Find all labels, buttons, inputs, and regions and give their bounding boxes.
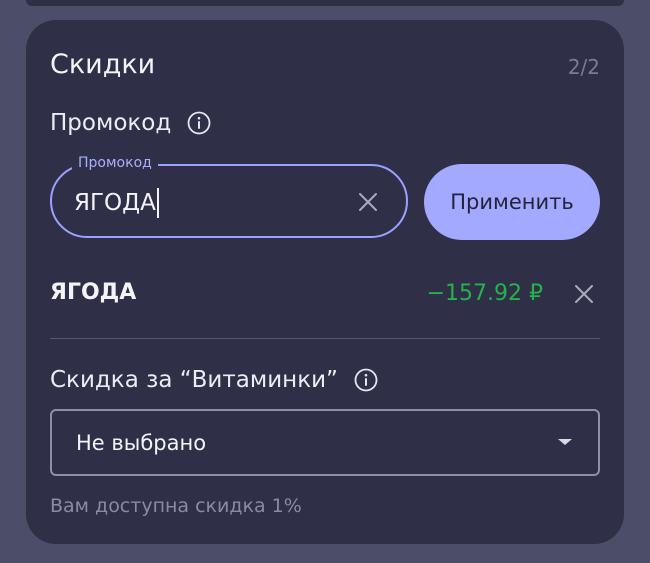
- promo-code-value: ЯГОДА: [74, 190, 156, 216]
- promo-code-floating-label: Промокод: [72, 154, 158, 172]
- available-discount-hint: Вам доступна скидка 1%: [50, 495, 302, 517]
- select-value: Не выбрано: [76, 431, 207, 455]
- vitamins-discount-select[interactable]: Не выбрано: [50, 409, 600, 476]
- applied-promo-code: ЯГОДА: [50, 280, 137, 305]
- vitamins-section-heading: Скидка за “Витаминки”: [50, 365, 378, 395]
- vitamins-section-label: Скидка за “Витаминки”: [50, 367, 338, 393]
- text-caret: [156, 188, 159, 218]
- applied-promo-row: ЯГОДА −157.92 ₽: [50, 276, 600, 312]
- promo-code-input[interactable]: Промокод ЯГОДА: [50, 154, 408, 238]
- clear-input-icon[interactable]: [356, 190, 380, 214]
- card-title: Скидки: [50, 49, 156, 80]
- caret-down-icon: [558, 439, 572, 445]
- discount-amount: −157.92 ₽: [426, 281, 543, 306]
- promo-code-value-wrap: ЯГОДА: [74, 188, 159, 218]
- step-counter: 2/2: [567, 55, 600, 79]
- info-icon[interactable]: [354, 368, 378, 392]
- discounts-card: Скидки 2/2 Промокод Промокод ЯГОДА Приме…: [26, 20, 624, 544]
- promo-section-heading: Промокод: [50, 108, 211, 138]
- apply-button[interactable]: Применить: [424, 164, 600, 240]
- info-icon[interactable]: [187, 111, 211, 135]
- promo-section-label: Промокод: [50, 110, 172, 136]
- remove-promo-icon[interactable]: [572, 282, 596, 306]
- previous-card-edge: [26, 0, 624, 6]
- section-divider: [50, 338, 600, 339]
